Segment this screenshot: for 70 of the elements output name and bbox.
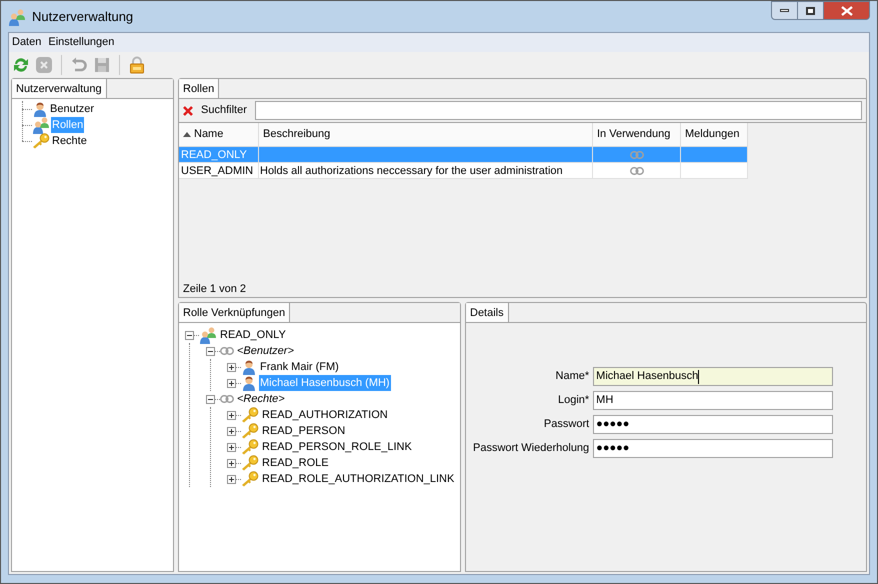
key-icon bbox=[241, 439, 259, 455]
expand-icon[interactable] bbox=[227, 458, 236, 468]
filter-field[interactable] bbox=[254, 101, 862, 120]
minimize-button[interactable] bbox=[771, 1, 798, 20]
input-field[interactable]: ●●●●● bbox=[593, 415, 834, 434]
menu-item[interactable]: Einstellungen bbox=[48, 34, 114, 51]
field-label: Login* bbox=[556, 393, 590, 408]
people-icon bbox=[32, 116, 50, 134]
links-tab[interactable]: Rolle Verknüpfungen bbox=[179, 303, 290, 322]
key-icon bbox=[241, 471, 259, 487]
lock-icon[interactable] bbox=[128, 56, 146, 74]
tree-item[interactable]: Frank Mair (FM) bbox=[259, 359, 340, 375]
collapse-icon[interactable] bbox=[206, 346, 215, 356]
nav-item[interactable]: Benutzer bbox=[49, 101, 96, 117]
table-cell: USER_ADMIN bbox=[179, 163, 259, 179]
expand-icon[interactable] bbox=[227, 410, 236, 420]
key-icon bbox=[241, 407, 259, 423]
field-label: Passwort Wiederholung bbox=[473, 441, 590, 456]
input-field[interactable]: MH bbox=[593, 391, 834, 410]
window-title: Nutzerverwaltung bbox=[32, 8, 134, 26]
close-button[interactable] bbox=[824, 1, 870, 20]
menu-item[interactable]: Daten bbox=[12, 34, 42, 51]
navigation-tab[interactable]: Nutzerverwaltung bbox=[12, 79, 107, 98]
key-icon bbox=[241, 423, 259, 439]
nav-item[interactable]: Rechte bbox=[51, 133, 88, 149]
link-icon bbox=[630, 150, 644, 158]
key-icon bbox=[241, 455, 259, 471]
status-text: Zeile 1 von 2 bbox=[182, 282, 247, 297]
maximize-button[interactable] bbox=[798, 1, 824, 20]
person-icon bbox=[241, 375, 257, 391]
input-field[interactable]: ●●●●● bbox=[593, 439, 834, 458]
expand-icon[interactable] bbox=[227, 474, 236, 484]
refresh-icon[interactable] bbox=[12, 56, 30, 74]
tree-item[interactable]: READ_ROLE_AUTHORIZATION_LINK bbox=[261, 471, 456, 487]
roles-tab[interactable]: Rollen bbox=[179, 79, 220, 98]
expand-icon[interactable] bbox=[227, 442, 236, 452]
sort-icon bbox=[183, 132, 191, 137]
tree-item[interactable]: READ_ROLE bbox=[261, 455, 330, 471]
field-label: Passwort bbox=[542, 417, 590, 432]
person-icon bbox=[32, 101, 48, 117]
person-icon bbox=[241, 359, 257, 375]
column-header[interactable]: In Verwendung bbox=[593, 123, 681, 147]
column-header[interactable]: Meldungen bbox=[681, 123, 748, 147]
link-icon bbox=[220, 395, 234, 403]
people-icon bbox=[199, 326, 217, 344]
people-icon bbox=[8, 8, 26, 26]
tree-item[interactable]: READ_ONLY bbox=[219, 327, 287, 343]
expand-icon[interactable] bbox=[227, 378, 236, 388]
tree-item[interactable]: READ_AUTHORIZATION bbox=[261, 407, 389, 423]
tree-item[interactable]: READ_PERSON bbox=[261, 423, 346, 439]
clear-icon[interactable] bbox=[183, 106, 193, 116]
tree-item[interactable]: <Benutzer> bbox=[236, 343, 295, 359]
expand-icon[interactable] bbox=[227, 426, 236, 436]
collapse-icon[interactable] bbox=[206, 394, 215, 404]
collapse-icon[interactable] bbox=[185, 330, 194, 340]
details-tab[interactable]: Details bbox=[466, 303, 509, 322]
close-icon bbox=[840, 6, 852, 16]
input-field[interactable]: Michael Hasenbusch bbox=[593, 367, 834, 386]
column-header[interactable]: Name bbox=[179, 123, 259, 147]
link-icon bbox=[220, 347, 234, 355]
field-label: Name* bbox=[554, 369, 590, 384]
table-cell: Holds all authorizations neccessary for the user administration bbox=[259, 163, 593, 179]
filter-label: Suchfilter bbox=[201, 103, 247, 118]
link-icon bbox=[630, 166, 644, 174]
table-cell: READ_ONLY bbox=[179, 147, 259, 163]
column-header[interactable]: Beschreibung bbox=[259, 123, 593, 147]
expand-icon[interactable] bbox=[227, 362, 236, 372]
tree-item[interactable]: READ_PERSON_ROLE_LINK bbox=[261, 439, 413, 455]
key-icon bbox=[32, 133, 50, 149]
tree-item[interactable]: <Rechte> bbox=[236, 391, 286, 407]
